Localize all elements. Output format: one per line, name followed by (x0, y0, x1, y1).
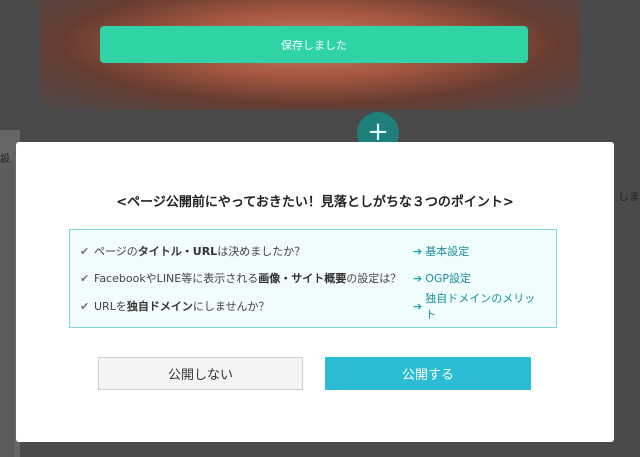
check-icon: ✔ (80, 299, 90, 313)
saved-notification-text: 保存しました (281, 38, 347, 52)
checklist-item: ✔ URLを独自ドメインにしませんか？ ➔ 独自ドメインのメリット (80, 292, 546, 321)
background-side-text: 設 (0, 154, 10, 165)
custom-domain-merits-link[interactable]: ➔ 独自ドメインのメリット (413, 290, 546, 322)
publish-dialog: <ページ公開前にやっておきたい！見落としがちな３つのポイント> ✔ ページのタイ… (16, 142, 614, 442)
checklist-text: ページのタイトル・URLは決めましたか？ (94, 245, 306, 258)
background-right-text: しま (618, 190, 640, 203)
checklist-item: ✔ ページのタイトル・URLは決めましたか？ ➔ 基本設定 (80, 241, 546, 261)
publish-button[interactable]: 公開する (325, 357, 531, 390)
arrow-right-icon: ➔ (413, 244, 423, 258)
basic-settings-link[interactable]: ➔ 基本設定 (413, 243, 469, 259)
checklist-text: URLを独自ドメインにしませんか？ (94, 300, 270, 313)
do-not-publish-button[interactable]: 公開しない (98, 357, 303, 390)
saved-notification: 保存しました (100, 26, 528, 63)
ogp-settings-link[interactable]: ➔ OGP設定 (413, 270, 471, 286)
dialog-title: <ページ公開前にやっておきたい！見落としがちな３つのポイント> (116, 195, 514, 210)
checklist-item: ✔ FacebookやLINE等に表示される画像・サイト概要の設定は？ ➔ OGP… (80, 268, 546, 288)
arrow-right-icon: ➔ (413, 271, 423, 285)
check-icon: ✔ (80, 244, 90, 258)
checklist-text: FacebookやLINE等に表示される画像・サイト概要の設定は？ (94, 272, 402, 285)
checklist-box: ✔ ページのタイトル・URLは決めましたか？ ➔ 基本設定 ✔ Facebookや… (69, 229, 557, 328)
arrow-right-icon: ➔ (413, 299, 423, 313)
background-panel-inner (0, 160, 14, 457)
check-icon: ✔ (80, 271, 90, 285)
